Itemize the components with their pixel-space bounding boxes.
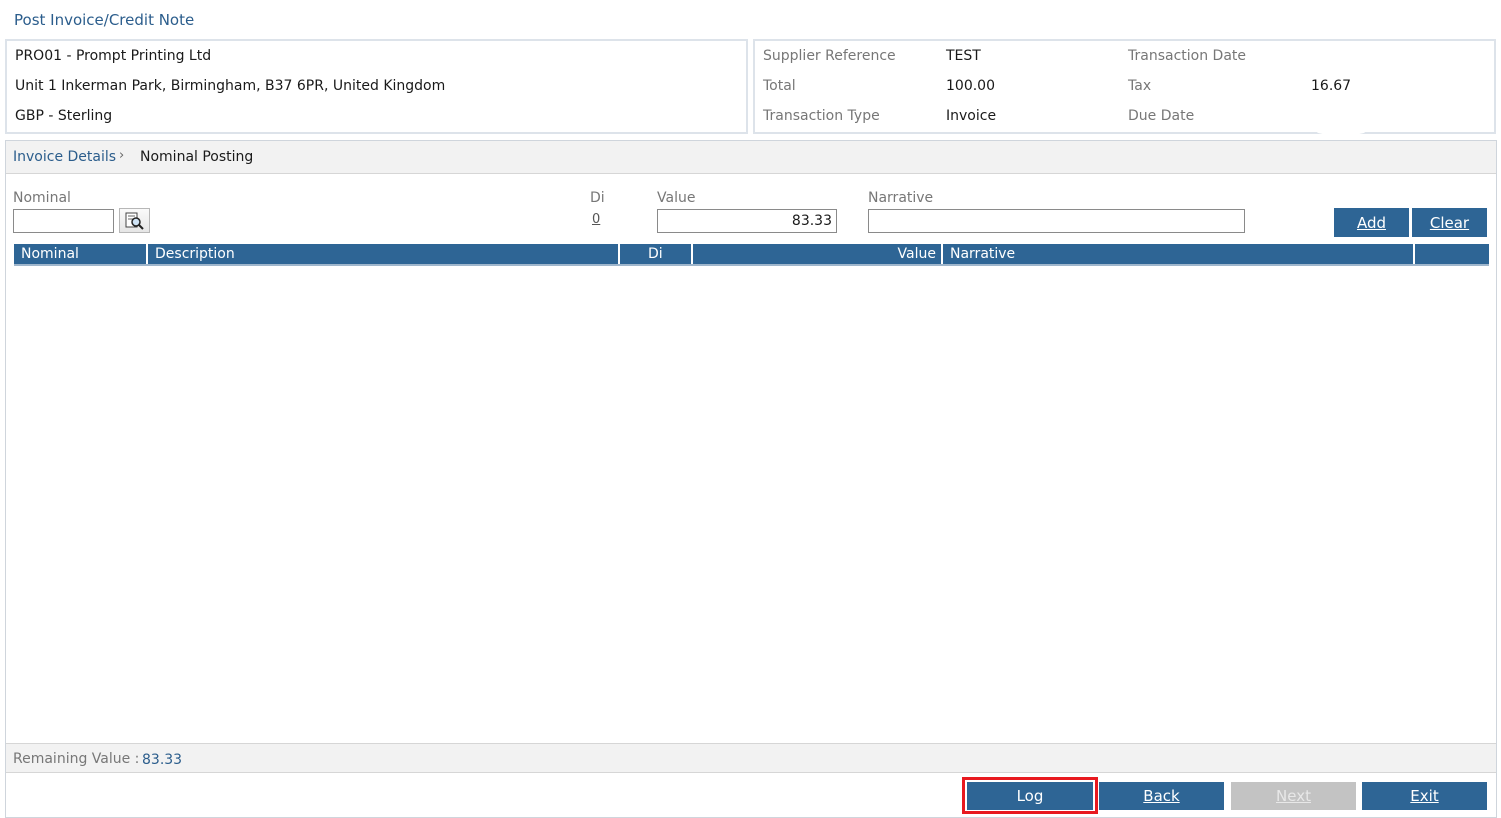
breadcrumb-invoice-details[interactable]: Invoice Details [13, 149, 116, 165]
tax-label: Tax [1128, 78, 1152, 94]
supplier-address: Unit 1 Inkerman Park, Birmingham, B37 6P… [15, 78, 446, 94]
transaction-type-value: Invoice [946, 108, 997, 124]
clear-button-label: Clear [1429, 213, 1470, 232]
column-header-description[interactable]: Description [148, 244, 620, 264]
exit-button[interactable]: Exit [1362, 782, 1487, 810]
transaction-date-label: Transaction Date [1128, 48, 1247, 64]
breadcrumb-chevron-icon: › [119, 148, 125, 163]
narrative-label: Narrative [868, 190, 934, 206]
column-header-di[interactable]: Di [620, 244, 693, 264]
di-label: Di [590, 190, 605, 206]
exit-button-label: Exit [1410, 787, 1439, 805]
grid-header: Nominal Description Di Value Narrative [14, 244, 1489, 266]
due-date-label: Due Date [1128, 108, 1195, 124]
next-button[interactable]: Next [1231, 782, 1356, 810]
nominal-lookup-button[interactable] [119, 208, 150, 233]
total-label: Total [763, 78, 796, 94]
column-header-narrative[interactable]: Narrative [943, 244, 1415, 264]
total-value: 100.00 [946, 78, 995, 94]
remaining-bar: Remaining Value : 83.33 [6, 743, 1496, 773]
transaction-info-panel: Supplier Reference TEST Transaction Date… [753, 39, 1496, 135]
supplier-currency: GBP - Sterling [15, 108, 113, 124]
value-label: Value [657, 190, 696, 206]
tax-value: 16.67 [1311, 78, 1352, 94]
transaction-type-label: Transaction Type [763, 108, 880, 124]
column-header-actions [1415, 244, 1489, 264]
nominal-label: Nominal [13, 190, 71, 206]
remaining-value-label: Remaining Value : [13, 751, 140, 767]
next-button-label: Next [1276, 787, 1311, 805]
add-button-label: Add [1356, 213, 1387, 232]
log-button[interactable]: Log [967, 782, 1093, 810]
add-button[interactable]: Add [1334, 208, 1409, 237]
panel-notch [1317, 129, 1365, 135]
back-button-label: Back [1143, 787, 1180, 805]
nominal-posting-frame: Invoice Details › Nominal Posting Nomina… [5, 140, 1497, 818]
grid-body [14, 266, 1489, 741]
supplier-name: PRO01 - Prompt Printing Ltd [15, 48, 212, 64]
supplier-reference-value: TEST [946, 48, 981, 64]
narrative-input[interactable] [868, 209, 1245, 233]
search-document-icon [125, 212, 144, 230]
column-header-nominal[interactable]: Nominal [14, 244, 148, 264]
back-button[interactable]: Back [1099, 782, 1224, 810]
log-button-label: Log [1016, 787, 1044, 805]
supplier-reference-label: Supplier Reference [763, 48, 896, 64]
remaining-value: 83.33 [142, 752, 183, 768]
page-title: Post Invoice/Credit Note [14, 11, 195, 29]
breadcrumb-current: Nominal Posting [140, 149, 254, 165]
clear-button[interactable]: Clear [1412, 208, 1487, 237]
supplier-panel: PRO01 - Prompt Printing Ltd Unit 1 Inker… [5, 39, 748, 134]
value-input[interactable] [657, 209, 837, 233]
nominal-input[interactable] [13, 209, 114, 233]
breadcrumb: Invoice Details › Nominal Posting [6, 141, 1496, 174]
di-link[interactable]: 0 [592, 212, 600, 227]
column-header-value[interactable]: Value [693, 244, 943, 264]
